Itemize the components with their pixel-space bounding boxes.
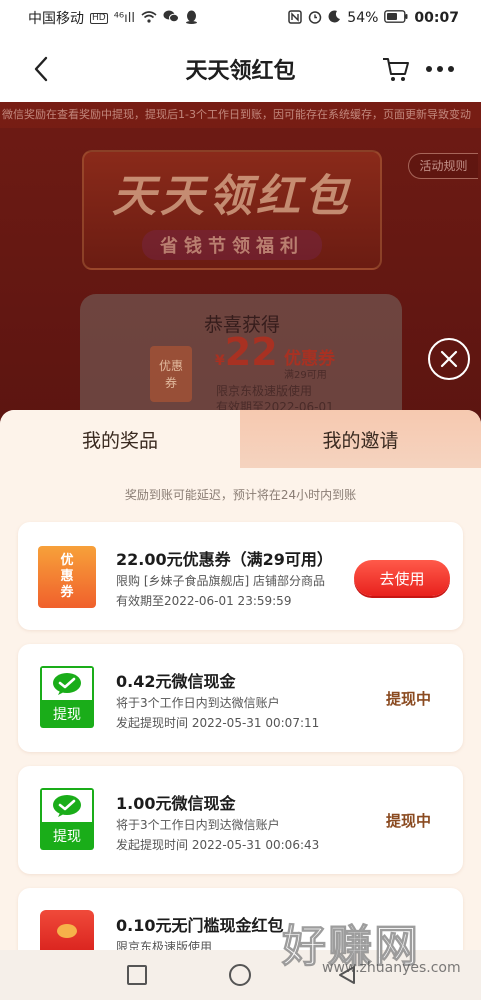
hd-icon: HD [90, 12, 108, 24]
win-currency: ¥ [215, 353, 225, 369]
prize-sheet: 我的邀请 我的奖品 奖励到账可能延迟，预计将在24小时内到账 优 惠 券 22.… [0, 410, 481, 950]
system-nav-bar [0, 950, 481, 1000]
cash-title: 1.00元微信现金 [116, 794, 236, 813]
cash-title: 0.42元微信现金 [116, 672, 236, 691]
cart-icon [383, 58, 409, 81]
tab-bar: 我的邀请 我的奖品 [0, 410, 481, 468]
qq-notification-icon [185, 10, 198, 27]
withdraw-status: 提现中 [386, 812, 432, 830]
tab-my-invites[interactable]: 我的邀请 [240, 410, 481, 468]
back-button[interactable] [26, 54, 56, 84]
more-dots-icon [426, 66, 454, 72]
cart-button[interactable] [381, 54, 411, 84]
win-coupon-tag-line1: 优惠 [158, 359, 183, 373]
activity-rules-button[interactable]: 活动规则 [408, 153, 478, 179]
title-bar: 天天领红包 [0, 36, 481, 102]
cash-card: 提现 0.42元微信现金 将于3个工作日内到达微信账户 发起提现时间 2022-… [18, 644, 463, 752]
battery-icon [384, 10, 408, 26]
coupon-card: 优 惠 券 22.00元优惠券（满29可用） 限购 [乡妹子食品旗舰店] 店铺部… [18, 522, 463, 630]
coupon-icon-line1: 优 [60, 553, 74, 568]
cash-arrival-note: 将于3个工作日内到达微信账户 [116, 818, 280, 832]
clock: 00:07 [414, 10, 459, 26]
wechat-withdraw-icon: 提现 [40, 788, 94, 850]
wechat-withdraw-icon: 提现 [40, 666, 94, 728]
moon-icon [328, 10, 341, 26]
recents-button[interactable] [127, 965, 147, 985]
wechat-withdraw-label: 提现 [53, 829, 81, 845]
wechat-notification-icon [163, 10, 179, 26]
coupon-icon-line3: 券 [60, 585, 74, 600]
win-amount: ¥22 [215, 330, 278, 374]
coupon-icon: 优 惠 券 [38, 546, 96, 608]
chevron-left-icon [34, 56, 48, 82]
wifi-icon [141, 10, 157, 26]
page-title: 天天领红包 [185, 59, 296, 84]
cash-arrival-note: 将于3个工作日内到达微信账户 [116, 696, 280, 710]
carrier-label: 中国移动 [28, 11, 84, 27]
red-packet-icon [40, 910, 94, 950]
red-packet-title: 0.10元无门槛现金红包 [116, 916, 284, 935]
coupon-expiry: 有效期至2022-06-01 23:59:59 [116, 594, 292, 608]
withdraw-status: 提现中 [386, 690, 432, 708]
notice-marquee: 微信奖励在查看奖励中提现，提现后1-3个工作日到账，因可能存在系统缓存，页面更新… [0, 102, 481, 128]
win-amount-value: 22 [224, 330, 278, 374]
win-coupon-tag: 优惠 券 [150, 346, 192, 402]
nfc-icon [288, 9, 303, 27]
hero-banner: 天天领红包 省钱节领福利 [82, 150, 382, 270]
hero-subtitle: 省钱节领福利 [142, 230, 322, 260]
red-packet-scope: 限京东极速版使用 [116, 940, 213, 950]
coupon-scope: 限购 [乡妹子食品旗舰店] 店铺部分商品 [116, 574, 325, 588]
cash-withdraw-time: 发起提现时间 2022-05-31 00:06:43 [116, 838, 320, 852]
back-triangle-icon[interactable] [336, 964, 358, 986]
win-min: 满29可用 [284, 370, 327, 381]
close-popup-button[interactable] [428, 338, 470, 380]
status-bar: 中国移动 HD ⁴⁶ıll 54% 00:07 [0, 0, 481, 36]
hero-title: 天天领红包 [112, 171, 352, 222]
home-button[interactable] [229, 964, 251, 986]
tab-my-prizes[interactable]: 我的奖品 [0, 410, 240, 468]
cash-withdraw-time: 发起提现时间 2022-05-31 00:07:11 [116, 716, 320, 730]
use-coupon-button[interactable]: 去使用 [354, 560, 450, 596]
signal-icon: ⁴⁶ıll [113, 10, 135, 26]
more-button[interactable] [424, 54, 456, 84]
close-icon [440, 350, 458, 368]
battery-percent: 54% [347, 10, 379, 26]
delay-note: 奖励到账可能延迟，预计将在24小时内到账 [124, 488, 357, 502]
coupon-title: 22.00元优惠券（满29可用） [116, 550, 333, 569]
win-coupon-tag-line2: 券 [164, 376, 177, 390]
red-packet-card: 0.10元无门槛现金红包 限京东极速版使用 [18, 888, 463, 950]
alarm-icon [308, 10, 322, 27]
win-limit: 限京东极速版使用 [216, 384, 313, 398]
wechat-icon [53, 795, 81, 817]
wechat-withdraw-label: 提现 [53, 707, 81, 723]
cash-card: 提现 1.00元微信现金 将于3个工作日内到达微信账户 发起提现时间 2022-… [18, 766, 463, 874]
wechat-icon [53, 673, 81, 695]
coupon-icon-line2: 惠 [60, 569, 74, 584]
